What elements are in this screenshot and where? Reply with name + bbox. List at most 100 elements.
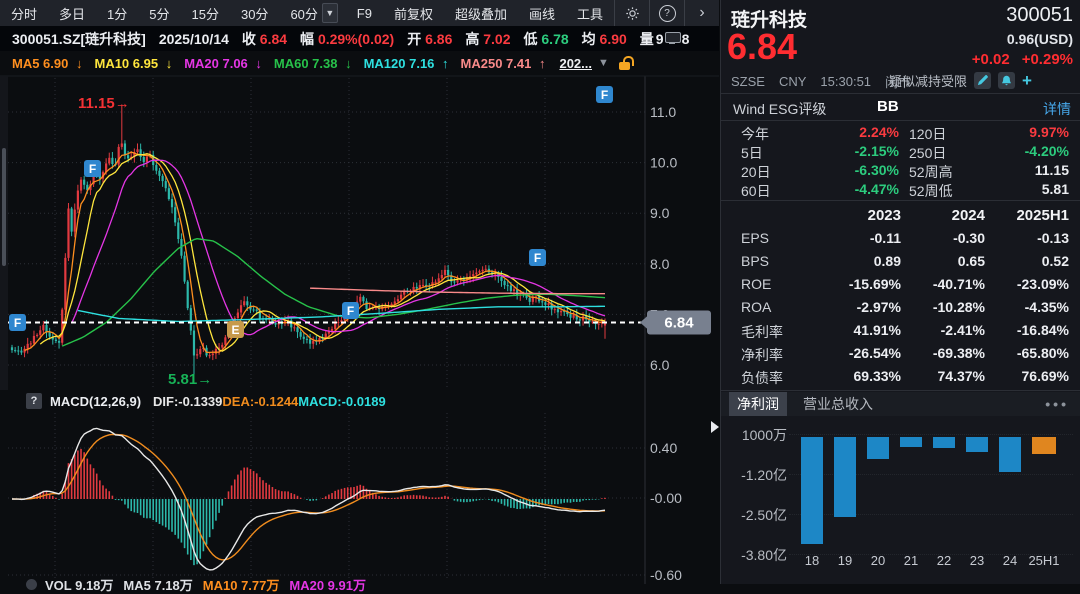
quote-field-收: 收 6.84 <box>242 29 287 49</box>
perf-row: 今年2.24%120日9.97% <box>721 124 1080 143</box>
volume-pane-header: VOL 9.18万 MA5 7.18万 MA10 7.77万 MA20 9.91… <box>26 575 366 593</box>
volume-help-icon[interactable] <box>26 579 37 590</box>
ma-legend-ma20: MA20 7.06 ↓ <box>184 56 262 71</box>
bar-xtick: 25H1 <box>1020 553 1068 568</box>
macd-title: MACD(12,26,9) <box>50 394 141 409</box>
last-price: 6.84 <box>727 26 797 68</box>
alert-bell-icon[interactable] <box>998 72 1015 89</box>
news-badge-f[interactable]: F <box>342 302 359 319</box>
bar-21 <box>900 437 922 447</box>
esg-rating-label: Wind ESG评级 <box>733 99 826 119</box>
quote-time: 15:30:51 <box>820 74 871 89</box>
vol-value: VOL 9.18万 <box>45 575 113 594</box>
bar-19 <box>834 437 856 517</box>
news-badge-f[interactable]: F <box>9 314 26 331</box>
chart-toolbar: 分时 多日 1分 5分 15分 30分 60分 ▼ F9 前复权 超级叠加 画线… <box>0 0 719 26</box>
price-change-pct: +0.29% <box>1022 51 1073 68</box>
bar-23 <box>966 437 988 452</box>
draw-line-button[interactable]: 画线 <box>518 4 566 23</box>
svg-text:-0.00: -0.00 <box>650 490 682 506</box>
ma-legend-ma5: MA5 6.90 ↓ <box>12 56 82 71</box>
vol-ma10-value: MA10 7.77万 <box>203 575 280 594</box>
ma-legend-row: MA5 6.90 ↓MA10 6.95 ↓MA20 7.06 ↓MA60 7.3… <box>0 52 719 74</box>
svg-text:10.0: 10.0 <box>650 155 677 171</box>
quote-field-开: 开 6.86 <box>407 29 452 49</box>
quote-field-幅: 幅 0.29%(0.02) <box>300 29 394 49</box>
esg-rating-value: BB <box>877 98 899 115</box>
news-badge-f[interactable]: F <box>84 160 101 177</box>
tab-net-profit[interactable]: 净利润 <box>729 392 787 416</box>
fin-header-row: 202320242025H1 <box>721 207 1080 226</box>
quote-date: 2025/10/14 <box>159 31 229 47</box>
fin-row-净利率: 净利率-26.54%-69.38%-65.80% <box>721 345 1080 364</box>
macd-indicator-header: ? MACD(12,26,9) DIF:-0.1339 DEA:-0.1244 … <box>26 392 386 410</box>
help-icon[interactable]: ? <box>649 0 684 26</box>
period-selector[interactable]: 202... <box>559 56 592 71</box>
holder-reduction-tag: 疑似减持受限 <box>889 71 967 90</box>
macd-dea-value: DEA:-0.1244 <box>222 394 298 409</box>
volume-label: 量 <box>640 29 654 49</box>
f9-button[interactable]: F9 <box>346 6 383 21</box>
bar-24 <box>999 437 1021 472</box>
add-to-watchlist-icon[interactable]: + <box>1022 72 1032 89</box>
fin-row-负债率: 负债率69.33%74.37%76.69% <box>721 368 1080 387</box>
stock-code: 300051 <box>1006 4 1073 27</box>
tab-timeshare[interactable]: 分时 <box>0 4 48 23</box>
fin-row-ROE: ROE-15.69%-40.71%-23.09% <box>721 276 1080 295</box>
unlock-icon[interactable] <box>619 56 632 70</box>
perf-row: 5日-2.15%250日-4.20% <box>721 143 1080 162</box>
forward-adjust-button[interactable]: 前复权 <box>383 4 444 23</box>
quote-field-高: 高 7.02 <box>465 29 510 49</box>
vol-ma20-value: MA20 9.91万 <box>289 575 366 594</box>
chart-more-menu-icon[interactable]: ••• <box>1045 396 1069 412</box>
super-overlay-button[interactable]: 超级叠加 <box>444 4 518 23</box>
period-dropdown-icon[interactable]: ▼ <box>322 3 338 23</box>
panel-splitter-arrow-icon[interactable] <box>711 421 719 433</box>
currency-label: CNY <box>779 74 806 89</box>
svg-text:5.81→: 5.81→ <box>168 371 212 388</box>
perf-row: 20日-6.30%52周高11.15 <box>721 162 1080 181</box>
period-dropdown-arrow-icon[interactable]: ▼ <box>598 57 609 69</box>
ma-legend-ma120: MA120 7.16 ↑ <box>364 56 449 71</box>
svg-text:11.15→: 11.15→ <box>78 95 130 112</box>
toolbar-chevron-right-icon[interactable]: › <box>684 0 719 26</box>
tab-multiday[interactable]: 多日 <box>48 4 96 23</box>
tab-30min[interactable]: 30分 <box>230 4 279 23</box>
svg-text:8.0: 8.0 <box>650 256 670 272</box>
settings-gear-icon[interactable] <box>614 0 649 26</box>
volume-value-pre: 9 <box>656 31 664 47</box>
svg-text:9.0: 9.0 <box>650 205 670 221</box>
bar-gridline <box>789 474 1073 475</box>
svg-text:-0.60: -0.60 <box>650 567 682 583</box>
tab-15min[interactable]: 15分 <box>181 4 230 23</box>
tools-button[interactable]: 工具 <box>566 4 614 23</box>
tab-total-revenue[interactable]: 营业总收入 <box>797 392 879 416</box>
volume-value-post: 8 <box>682 31 690 47</box>
news-badge-f[interactable]: F <box>596 86 613 103</box>
bar-22 <box>933 437 955 448</box>
price-change: +0.02 <box>972 51 1010 68</box>
tab-1min[interactable]: 1分 <box>96 4 138 23</box>
bar-18 <box>801 437 823 544</box>
fin-row-毛利率: 毛利率41.91%-2.41%-16.84% <box>721 322 1080 341</box>
svg-text:0.40: 0.40 <box>650 440 677 456</box>
svg-text:6.0: 6.0 <box>650 357 670 373</box>
bar-ytick: -3.80亿 <box>725 545 787 565</box>
event-badge-e[interactable]: E <box>227 321 244 338</box>
symbol-label: 300051.SZ[琏升科技] <box>12 29 146 49</box>
indicator-help-icon[interactable]: ? <box>26 393 42 409</box>
tab-60min[interactable]: 60分 <box>279 4 319 23</box>
tab-5min[interactable]: 5分 <box>138 4 180 23</box>
quote-field-均: 均 6.90 <box>582 29 627 49</box>
left-scrollbar-thumb[interactable] <box>2 148 6 266</box>
news-badge-f[interactable]: F <box>529 249 546 266</box>
mini-monitor-icon[interactable] <box>665 32 681 45</box>
esg-details-link[interactable]: 详情 <box>1043 99 1071 119</box>
edit-pencil-icon[interactable] <box>974 72 991 89</box>
bar-ytick: -2.50亿 <box>725 505 787 525</box>
quote-summary-row: 300051.SZ[琏升科技] 2025/10/14 收 6.84 幅 0.29%… <box>0 26 719 51</box>
svg-text:6.84: 6.84 <box>664 314 694 331</box>
financial-tab-bar: 净利润 营业总收入 ••• <box>721 392 1080 416</box>
bar-gridline <box>789 434 1073 435</box>
exchange-label: SZSE <box>731 74 765 89</box>
